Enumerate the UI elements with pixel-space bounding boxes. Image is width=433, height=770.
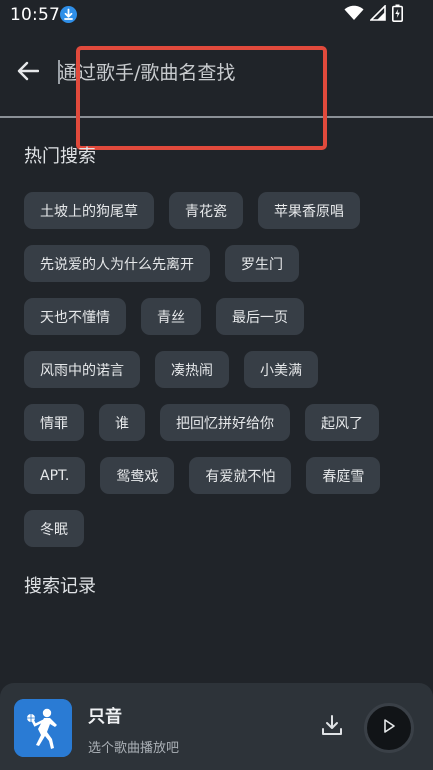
hot-search-row: 风雨中的诺言 凑热闹 小美满 [24, 351, 318, 388]
basketball-player-icon[interactable] [14, 699, 72, 757]
play-icon [381, 718, 397, 738]
hot-search-tag[interactable]: 把回忆拼好给你 [160, 404, 290, 441]
search-bar [0, 44, 433, 102]
hot-search-tag[interactable]: 谁 [99, 404, 145, 441]
hot-search-tag[interactable]: 青丝 [141, 298, 201, 335]
hot-search-tag[interactable]: 起风了 [305, 404, 379, 441]
hot-search-tag[interactable]: 鸳鸯戏 [100, 457, 175, 494]
wifi-icon [344, 5, 364, 25]
back-arrow-icon [17, 61, 40, 85]
back-button[interactable] [12, 58, 44, 88]
search-divider [0, 116, 433, 118]
hot-search-tag[interactable]: 青花瓷 [169, 192, 243, 229]
search-input[interactable] [58, 58, 378, 88]
hot-search-tag[interactable]: 土坡上的狗尾草 [24, 192, 154, 229]
hot-search-row: APT. 鸳鸯戏 有爱就不怕 春庭雪 [24, 457, 381, 494]
hot-search-tag[interactable]: 小美满 [244, 351, 318, 388]
hot-search-tag[interactable]: 罗生门 [225, 245, 299, 282]
text-cursor [58, 60, 60, 84]
download-button[interactable] [318, 713, 346, 741]
hot-search-row: 情罪 谁 把回忆拼好给你 起风了 [24, 404, 379, 441]
play-button[interactable] [364, 703, 414, 753]
hot-search-tag[interactable]: 春庭雪 [306, 457, 381, 494]
hot-search-row: 先说爱的人为什么先离开 罗生门 [24, 245, 299, 282]
hot-search-row: 冬眠 [24, 510, 84, 547]
status-time: 10:57 [10, 5, 60, 25]
mini-player[interactable]: 只音 选个歌曲播放吧 [0, 683, 433, 770]
hot-search-tag[interactable]: 冬眠 [24, 510, 84, 547]
search-history-title: 搜索记录 [24, 576, 96, 597]
hot-search-tag[interactable]: 苹果香原唱 [258, 192, 360, 229]
signal-icon [369, 4, 386, 25]
battery-charging-icon [392, 4, 403, 26]
player-subtitle: 选个歌曲播放吧 [88, 741, 180, 756]
hot-search-tag[interactable]: 先说爱的人为什么先离开 [24, 245, 210, 282]
hot-search-tag[interactable]: 凑热闹 [155, 351, 229, 388]
hot-search-tag[interactable]: APT. [24, 457, 86, 494]
status-bar: 10:57 [0, 0, 433, 30]
download-icon [321, 714, 343, 740]
hot-search-row: 土坡上的狗尾草 青花瓷 苹果香原唱 [24, 192, 360, 229]
hot-search-tag[interactable]: 最后一页 [216, 298, 304, 335]
hot-search-row: 天也不懂情 青丝 最后一页 [24, 298, 304, 335]
hot-search-title: 热门搜索 [24, 146, 96, 167]
hot-search-tag[interactable]: 天也不懂情 [24, 298, 126, 335]
status-icons [344, 4, 403, 26]
hot-search-tag[interactable]: 有爱就不怕 [189, 457, 292, 494]
search-screen: 10:57 通过歌手/歌曲名查找 热门搜索 土坡上的狗尾草 青花瓷 苹果香原唱 … [0, 0, 433, 770]
hot-search-tag[interactable]: 风雨中的诺言 [24, 351, 140, 388]
download-icon [60, 6, 77, 23]
hot-search-tag[interactable]: 情罪 [24, 404, 84, 441]
player-title: 只音 [88, 707, 122, 727]
